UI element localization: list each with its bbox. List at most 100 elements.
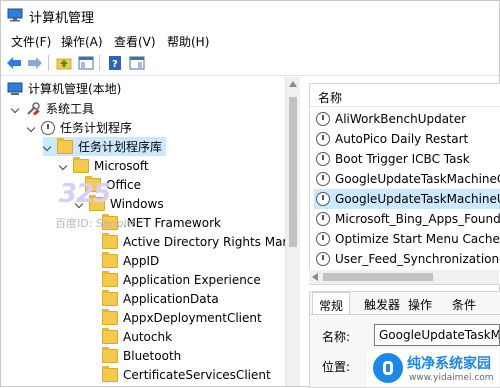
column-header-name[interactable]: 名称 xyxy=(310,84,500,107)
folder-icon xyxy=(102,346,118,363)
task-name: GoogleUpdateTaskMachineU xyxy=(335,192,500,206)
site-badge: 纯净系统家园 www.yidaimei.com xyxy=(367,349,499,387)
tree-label: AppxDeploymentClient xyxy=(123,310,262,325)
watermark-text: 百度ID: Sanpitt xyxy=(55,217,136,230)
tree-scrollbar[interactable] xyxy=(285,77,300,386)
menu-bar: 文件(F) 操作(A) 查看(V) 帮助(H) xyxy=(1,31,499,51)
tree-label: Microsoft xyxy=(94,158,149,173)
task-name: AutoPico Daily Restart xyxy=(335,132,469,146)
tree-item-system-tools[interactable]: 系统工具 xyxy=(11,99,94,118)
toolbar-separator xyxy=(48,55,49,71)
toolbar-separator xyxy=(99,55,100,71)
tree-label: 计算机管理(本地) xyxy=(28,82,122,96)
svg-text:?: ? xyxy=(112,59,118,70)
tree-item-task-scheduler[interactable]: 任务计划程序 xyxy=(27,118,132,137)
task-clock-icon xyxy=(316,112,330,126)
tab-triggers[interactable]: 触发器 xyxy=(364,296,400,313)
computer-management-icon xyxy=(7,8,23,22)
folder-icon xyxy=(73,156,89,173)
tree-label: 系统工具 xyxy=(46,102,95,116)
folder-icon xyxy=(102,365,118,382)
forward-arrow-icon[interactable] xyxy=(26,54,44,72)
scrollbar-thumb[interactable] xyxy=(323,273,433,281)
tools-icon xyxy=(27,101,40,115)
task-clock-icon xyxy=(316,232,330,246)
tree-label: Office xyxy=(106,177,142,192)
tree-item-appid[interactable]: AppID xyxy=(102,251,159,270)
tree-item-applicationdata[interactable]: ApplicationData xyxy=(102,289,219,308)
folder-icon xyxy=(102,327,118,344)
menu-view[interactable]: 查看(V) xyxy=(114,33,156,50)
tree-label: Active Directory Rights Mar xyxy=(123,234,285,249)
task-row[interactable]: AliWorkBenchUpdater xyxy=(316,109,466,129)
tree-item-autochk[interactable]: Autochk xyxy=(102,327,172,346)
expand-chevron-icon[interactable] xyxy=(27,123,37,133)
site-logo-icon xyxy=(373,353,403,383)
window: 计算机管理 文件(F) 操作(A) 查看(V) 帮助(H) ? 计算机管理(本地… xyxy=(0,0,500,388)
tree-label: AppID xyxy=(123,253,160,268)
tab-general[interactable]: 常规 xyxy=(312,292,351,314)
task-clock-icon xyxy=(316,152,330,166)
toolbar: ? xyxy=(1,51,499,76)
expand-chevron-icon[interactable] xyxy=(59,161,69,171)
task-row[interactable]: Boot Trigger ICBC Task xyxy=(316,149,470,169)
title-bar: 计算机管理 xyxy=(1,1,499,31)
tree-item-certificateservicesclient[interactable]: CertificateServicesClient xyxy=(102,365,271,384)
show-action-pane-icon[interactable] xyxy=(128,54,146,72)
menu-action[interactable]: 操作(A) xyxy=(61,33,103,50)
name-field[interactable]: GoogleUpdateTaskM xyxy=(374,324,500,346)
tree-label: 任务计划程序库 xyxy=(78,140,163,154)
clock-icon xyxy=(41,120,55,135)
tree-label: Bluetooth xyxy=(123,348,182,363)
menu-file[interactable]: 文件(F) xyxy=(11,33,51,50)
tree-item-appxdeploymentclient[interactable]: AppxDeploymentClient xyxy=(102,308,262,327)
help-icon[interactable]: ? xyxy=(106,54,124,72)
computer-icon xyxy=(7,82,23,95)
tab-conditions[interactable]: 条件 xyxy=(452,296,476,313)
task-row[interactable]: GoogleUpdateTaskMachineC xyxy=(316,169,500,189)
task-clock-icon xyxy=(316,252,330,266)
task-name: Microsoft_Bing_Apps_Founda xyxy=(335,212,500,226)
folder-icon xyxy=(102,289,118,306)
task-row[interactable]: AutoPico Daily Restart xyxy=(316,129,468,149)
tree-item-bluetooth[interactable]: Bluetooth xyxy=(102,346,181,365)
site-url: www.yidaimei.com xyxy=(409,373,494,383)
tree-label: Windows xyxy=(110,196,164,211)
task-list-horizontal-scrollbar[interactable] xyxy=(309,270,499,284)
detail-tabs: 常规 触发器 操作 条件 xyxy=(310,292,500,315)
scrollbar-thumb[interactable] xyxy=(289,97,297,247)
task-row-selected[interactable]: GoogleUpdateTaskMachineU xyxy=(314,189,500,209)
up-folder-icon[interactable] xyxy=(55,54,73,72)
tree-label: .NET Framework xyxy=(123,215,221,230)
console-tree: 计算机管理(本地) 系统工具 任务计划程序 任务计划程序库 Microsoft … xyxy=(1,77,285,386)
folder-icon xyxy=(102,232,118,249)
tree-item-task-scheduler-library[interactable]: 任务计划程序库 xyxy=(43,137,167,156)
task-row[interactable]: Microsoft_Bing_Apps_Founda xyxy=(316,209,500,229)
tree-item-microsoft[interactable]: Microsoft xyxy=(59,156,149,175)
location-label: 位置: xyxy=(322,360,351,374)
task-clock-icon xyxy=(316,212,330,226)
menu-help[interactable]: 帮助(H) xyxy=(167,33,209,50)
expand-chevron-icon[interactable] xyxy=(11,104,21,114)
tab-actions[interactable]: 操作 xyxy=(408,296,432,313)
task-row[interactable]: Optimize Start Menu Cache Fi xyxy=(316,229,500,249)
task-name: Boot Trigger ICBC Task xyxy=(335,152,470,166)
site-name: 纯净系统家园 xyxy=(407,356,491,372)
tree-item-computer-management[interactable]: 计算机管理(本地) xyxy=(7,79,121,98)
scroll-left-arrow-icon[interactable] xyxy=(312,273,318,281)
task-row[interactable]: User_Feed_Synchronization-(4 xyxy=(316,249,500,269)
folder-icon xyxy=(57,137,73,154)
task-name: GoogleUpdateTaskMachineC xyxy=(335,172,500,186)
tree-label: CertificateServicesClient xyxy=(123,367,271,382)
scroll-up-arrow-icon[interactable] xyxy=(289,81,297,87)
task-clock-icon xyxy=(316,192,330,206)
back-arrow-icon[interactable] xyxy=(5,54,23,72)
tree-item-application-experience[interactable]: Application Experience xyxy=(102,270,261,289)
show-hide-console-tree-icon[interactable] xyxy=(77,54,95,72)
task-clock-icon xyxy=(316,132,330,146)
tree-item-active-directory-rights[interactable]: Active Directory Rights Mar xyxy=(102,232,285,251)
expand-chevron-icon[interactable] xyxy=(43,142,53,152)
task-name: Optimize Start Menu Cache Fi xyxy=(335,232,500,246)
task-clock-icon xyxy=(316,172,330,186)
column-header-label: 名称 xyxy=(318,91,343,105)
